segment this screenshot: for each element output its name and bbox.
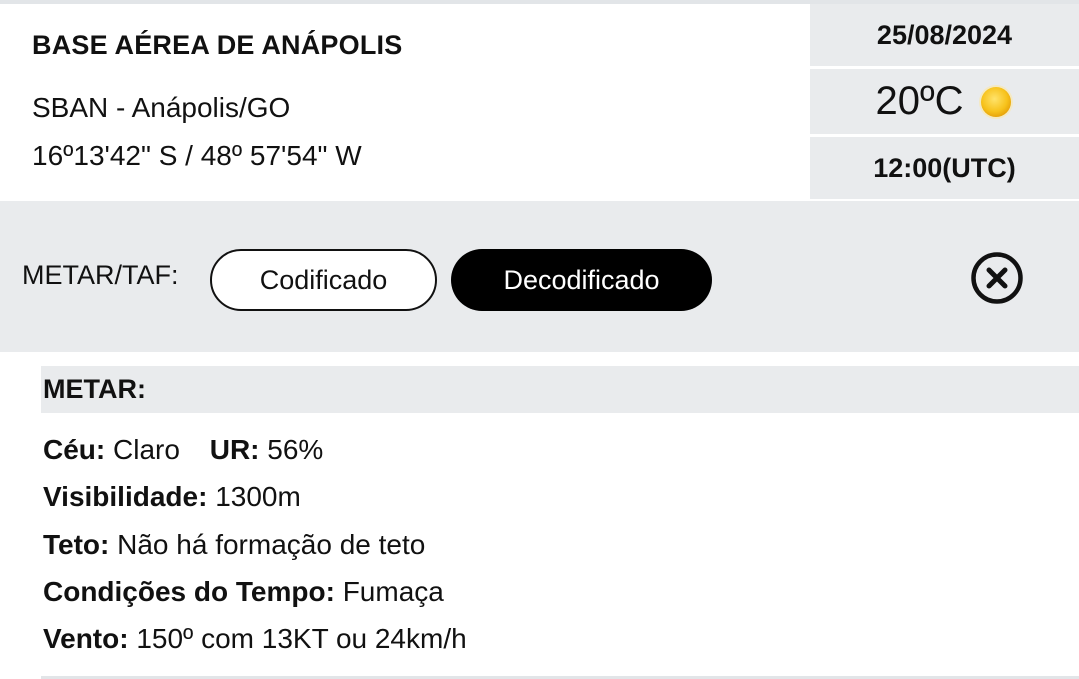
decoded-button-label: Decodificado bbox=[503, 264, 660, 295]
date-text: 25/08/2024 bbox=[876, 19, 1013, 50]
visibility-value: 1300m bbox=[215, 481, 301, 512]
station-coordinates: 16º13'42" S / 48º 57'54" W bbox=[32, 140, 362, 171]
metar-title: METAR: bbox=[43, 374, 146, 404]
temperature-text: 20ºC bbox=[875, 79, 964, 123]
time-text: 12:00(UTC) bbox=[873, 152, 1016, 183]
humidity-value: 56% bbox=[267, 434, 324, 465]
sky-value: Claro bbox=[113, 434, 180, 465]
visibility-label: Visibilidade: bbox=[43, 481, 208, 512]
observation-date: 25/08/2024 bbox=[810, 4, 1079, 66]
station-name: BASE AÉREA DE ANÁPOLIS bbox=[32, 30, 403, 60]
ceiling-label: Teto: bbox=[43, 529, 110, 560]
decoded-button[interactable]: Decodificado bbox=[451, 249, 712, 311]
conditions-row: Condições do Tempo: Fumaça bbox=[43, 576, 444, 608]
metar-taf-label: METAR/TAF: bbox=[22, 260, 179, 290]
close-button[interactable] bbox=[970, 251, 1024, 305]
wind-value: 150º com 13KT ou 24km/h bbox=[136, 623, 467, 654]
humidity-label: UR: bbox=[209, 434, 260, 465]
close-circle-icon bbox=[971, 252, 1023, 304]
sky-row: Céu: Claro UR: 56% bbox=[43, 434, 323, 466]
ceiling-value: Não há formação de teto bbox=[117, 529, 426, 560]
sky-label: Céu: bbox=[43, 434, 106, 465]
ceiling-row: Teto: Não há formação de teto bbox=[43, 529, 425, 561]
station-code-city: SBAN - Anápolis/GO bbox=[32, 92, 291, 123]
encoded-button[interactable]: Codificado bbox=[210, 249, 437, 311]
metar-header-bar bbox=[41, 366, 1079, 413]
visibility-row: Visibilidade: 1300m bbox=[43, 481, 301, 513]
temperature-box: 20ºC bbox=[810, 69, 1079, 134]
encoded-button-label: Codificado bbox=[259, 264, 388, 295]
conditions-label: Condições do Tempo: bbox=[43, 576, 335, 607]
observation-time: 12:00(UTC) bbox=[810, 137, 1079, 199]
conditions-value: Fumaça bbox=[342, 576, 444, 607]
wind-label: Vento: bbox=[43, 623, 129, 654]
wind-row: Vento: 150º com 13KT ou 24km/h bbox=[43, 623, 467, 655]
sun-icon bbox=[978, 84, 1014, 120]
